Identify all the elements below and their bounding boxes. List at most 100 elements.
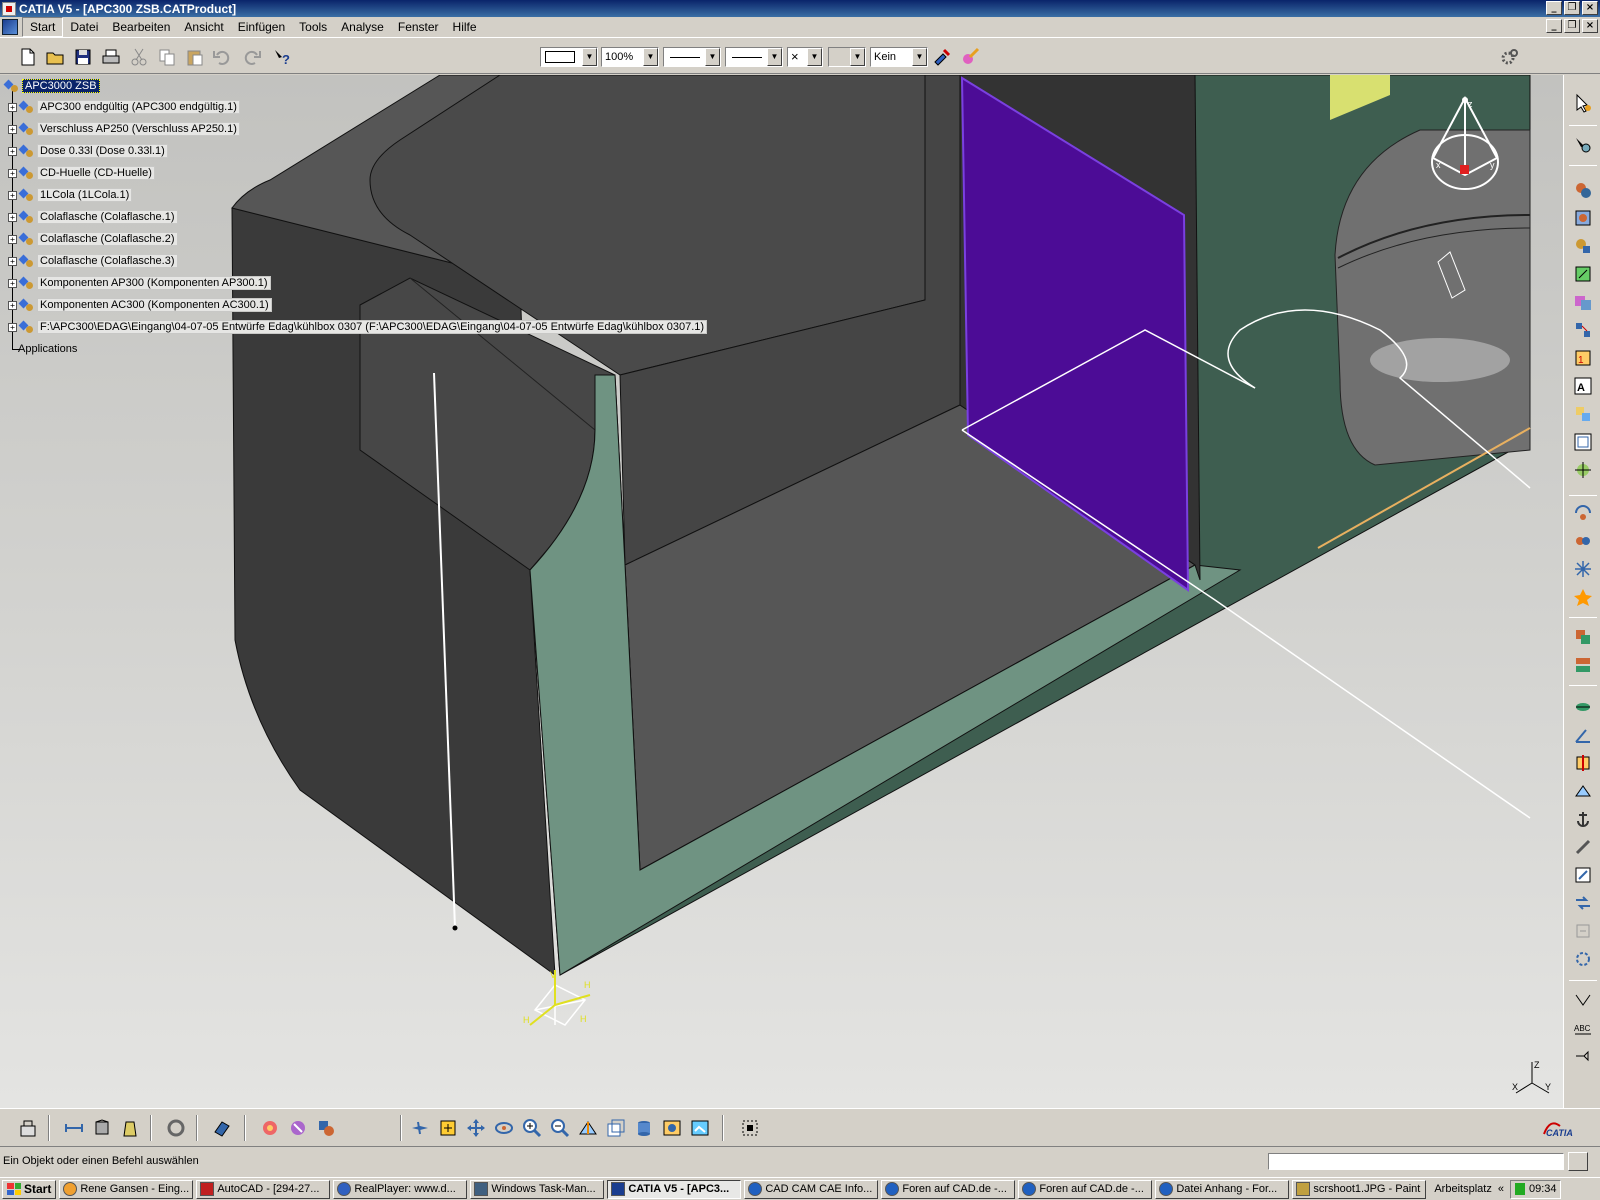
tree-node-4[interactable]: + CD-Huelle (CD-Huelle) <box>8 165 155 181</box>
multi-instantiation-icon[interactable]: A <box>1573 376 1593 396</box>
measure-inertia-icon[interactable] <box>120 1118 140 1138</box>
render-style-icon[interactable] <box>634 1118 654 1138</box>
expand-icon[interactable]: + <box>8 102 17 112</box>
fit-all-in-icon[interactable] <box>438 1118 458 1138</box>
select-arrow-icon[interactable] <box>1573 93 1593 113</box>
expand-icon[interactable]: + <box>8 168 17 178</box>
offset-constraint-icon[interactable] <box>1573 697 1593 717</box>
redo-icon[interactable] <box>242 47 262 67</box>
fly-through-icon[interactable] <box>410 1118 430 1138</box>
smart-move-icon[interactable] <box>1573 531 1593 551</box>
menu-tools[interactable]: Tools <box>292 18 334 36</box>
task-task-manager[interactable]: Windows Task-Man... <box>470 1179 605 1199</box>
menu-hilfe[interactable]: Hilfe <box>446 18 484 36</box>
menu-datei[interactable]: Datei <box>63 18 105 36</box>
assembly-constraint-icon[interactable] <box>1573 180 1593 200</box>
annotation-icon[interactable] <box>1573 990 1593 1010</box>
task-cad-cam-cae[interactable]: CAD CAM CAE Info... <box>744 1179 879 1199</box>
tray-expand-icon[interactable]: « <box>1498 1183 1504 1195</box>
existing-component-icon[interactable] <box>1573 208 1593 228</box>
task-paint[interactable]: scrshoot1.JPG - Paint <box>1292 1179 1427 1199</box>
tree-root[interactable]: APC3000 ZSB <box>3 78 100 94</box>
whats-this-help-icon[interactable]: ? <box>272 47 292 67</box>
task-realplayer[interactable]: RealPlayer: www.d... <box>333 1179 468 1199</box>
task-datei-anhang[interactable]: Datei Anhang - For... <box>1155 1179 1290 1199</box>
rotate-icon[interactable] <box>494 1118 514 1138</box>
reuse-constraint-icon[interactable] <box>1573 921 1593 941</box>
menu-analyse[interactable]: Analyse <box>334 18 391 36</box>
3d-viewport[interactable]: z x y V H H H Z X Y APC3000 ZSB + APC300… <box>0 75 1563 1108</box>
update-all-icon[interactable] <box>166 1118 186 1138</box>
tree-node-1[interactable]: + APC300 endgültig (APC300 endgültig.1) <box>8 99 240 115</box>
save-icon[interactable] <box>73 47 93 67</box>
knowledge-gear-icon[interactable] <box>1500 47 1520 67</box>
doc-minimize-button[interactable]: _ <box>1546 19 1562 33</box>
tree-node-10[interactable]: + Komponenten AC300 (Komponenten AC300.1) <box>8 297 272 313</box>
menu-fenster[interactable]: Fenster <box>391 18 446 36</box>
task-autocad[interactable]: AutoCAD - [294-27... <box>196 1179 331 1199</box>
expand-icon[interactable]: + <box>8 322 17 332</box>
copy-icon[interactable] <box>157 47 177 67</box>
tree-node-8[interactable]: + Colaflasche (Colaflasche.3) <box>8 253 178 269</box>
visual-basic-editor-icon[interactable] <box>288 1118 308 1138</box>
normal-view-icon[interactable] <box>578 1118 598 1138</box>
tree-node-2[interactable]: + Verschluss AP250 (Verschluss AP250.1) <box>8 121 240 137</box>
network-icon[interactable] <box>1514 1183 1525 1195</box>
flexible-rigid-icon[interactable] <box>1573 865 1593 885</box>
manipulation-icon[interactable] <box>1573 460 1593 480</box>
contact-constraint-icon[interactable] <box>1573 655 1593 675</box>
menu-bearbeiten[interactable]: Bearbeiten <box>105 18 177 36</box>
catalog-browser-icon[interactable] <box>212 1118 232 1138</box>
knowledge-advisor-icon[interactable] <box>316 1118 336 1138</box>
expand-icon[interactable]: + <box>8 212 17 222</box>
menu-einfuegen[interactable]: Einfügen <box>231 18 292 36</box>
cut-icon[interactable] <box>129 47 149 67</box>
fix-component-icon[interactable] <box>1573 753 1593 773</box>
doc-close-button[interactable]: × <box>1582 19 1598 33</box>
paste-icon[interactable] <box>185 47 205 67</box>
expand-icon[interactable]: + <box>8 256 17 266</box>
new-file-icon[interactable] <box>18 47 38 67</box>
tree-node-5[interactable]: +1LCola (1LCola.1) <box>8 187 133 203</box>
expand-icon[interactable]: + <box>8 278 17 288</box>
stop-manipulate-on-clash-icon[interactable] <box>1573 587 1593 607</box>
text-abc-icon[interactable]: ABC <box>1573 1018 1593 1038</box>
fly-mode-icon[interactable] <box>1573 135 1593 155</box>
task-rene-gansen[interactable]: Rene Gansen - Eing... <box>59 1179 194 1199</box>
expand-icon[interactable]: + <box>8 190 17 200</box>
tree-applications[interactable]: Applications <box>16 341 79 357</box>
3d-model-scene[interactable]: z x y V H H H Z X Y <box>0 75 1563 1108</box>
fix-together-icon[interactable] <box>1573 781 1593 801</box>
pan-icon[interactable] <box>466 1118 486 1138</box>
measure-item-icon[interactable] <box>92 1118 112 1138</box>
zoom-out-icon[interactable] <box>550 1118 570 1138</box>
fill-color-combo[interactable]: ▼ <box>540 47 598 67</box>
tree-node-9[interactable]: + Komponenten AP300 (Komponenten AP300.1) <box>8 275 271 291</box>
document-menu-icon[interactable] <box>2 19 18 35</box>
measure-between-icon[interactable] <box>64 1118 84 1138</box>
quick-view-icon[interactable] <box>606 1118 626 1138</box>
task-foren-1[interactable]: Foren auf CAD.de -... <box>881 1179 1016 1199</box>
format-painter-icon[interactable] <box>932 47 952 67</box>
undo-icon[interactable] <box>212 47 232 67</box>
power-input-field[interactable] <box>1268 1153 1564 1170</box>
product-structure-tools-icon[interactable] <box>18 1118 38 1138</box>
arbeitsplatz-toolbar-label[interactable]: Arbeitsplatz <box>1434 1183 1491 1195</box>
origin-axis-system[interactable]: V H H H <box>523 970 591 1026</box>
replace-component-icon[interactable] <box>1573 292 1593 312</box>
quick-constraint-icon[interactable] <box>1573 837 1593 857</box>
change-constraint-icon[interactable] <box>1573 893 1593 913</box>
generate-numbering-icon[interactable]: 1 <box>1573 348 1593 368</box>
restore-button[interactable]: ❐ <box>1564 1 1580 15</box>
menu-start[interactable]: Start <box>22 17 64 37</box>
catia-app-icon[interactable] <box>2 1 16 16</box>
line-thickness-combo[interactable]: ▼ <box>663 47 721 67</box>
hide-show-icon[interactable] <box>662 1118 682 1138</box>
angle-constraint-icon[interactable] <box>1573 725 1593 745</box>
tree-node-6[interactable]: + Colaflasche (Colaflasche.1) <box>8 209 178 225</box>
tree-node-7[interactable]: + Colaflasche (Colaflasche.2) <box>8 231 178 247</box>
transparency-combo[interactable]: 100% ▼ <box>601 47 659 67</box>
can-body[interactable] <box>1334 129 1531 466</box>
minimize-button[interactable]: _ <box>1546 1 1562 15</box>
layer-combo[interactable]: Kein ▼ <box>870 47 928 67</box>
